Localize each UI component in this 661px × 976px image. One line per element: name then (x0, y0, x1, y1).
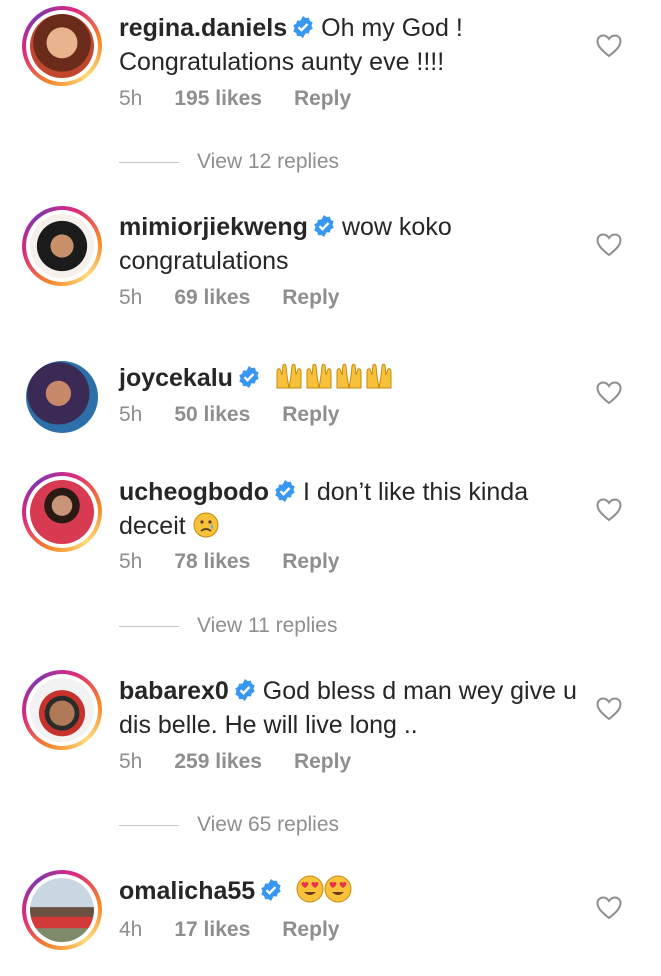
verified-badge-icon (259, 878, 283, 910)
view-replies-button[interactable]: View 65 replies (119, 813, 339, 837)
heart-icon[interactable] (596, 381, 622, 405)
comment-time: 5h (119, 87, 143, 110)
reply-button[interactable]: Reply (282, 550, 339, 573)
view-replies-label: View 65 replies (197, 813, 340, 836)
divider (119, 161, 179, 163)
likes-count[interactable]: 50 likes (174, 403, 250, 426)
view-replies-button[interactable]: View 12 replies (119, 150, 339, 174)
reply-button[interactable]: Reply (282, 403, 339, 426)
reply-button[interactable]: Reply (294, 750, 351, 773)
divider (119, 625, 179, 627)
raising-hands-icon (364, 362, 394, 398)
reply-button[interactable]: Reply (282, 286, 339, 309)
username[interactable]: ucheogbodo (119, 478, 269, 506)
reply-button[interactable]: Reply (294, 87, 351, 110)
username[interactable]: regina.daniels (119, 14, 287, 42)
comment-time: 5h (119, 750, 143, 773)
reply-button[interactable]: Reply (282, 918, 339, 941)
avatar[interactable] (22, 670, 102, 750)
comment-time: 4h (119, 918, 143, 941)
heart-icon[interactable] (596, 896, 622, 920)
raising-hands-icon (304, 362, 334, 398)
likes-count[interactable]: 69 likes (174, 286, 250, 309)
username[interactable]: omalicha55 (119, 877, 255, 905)
comment-time: 5h (119, 550, 143, 573)
verified-badge-icon (237, 365, 261, 397)
likes-count[interactable]: 17 likes (174, 918, 250, 941)
sad-tear-icon (193, 512, 219, 546)
divider (119, 824, 179, 826)
raising-hands-icon (334, 362, 364, 398)
avatar[interactable] (22, 206, 102, 286)
verified-badge-icon (233, 678, 257, 710)
avatar[interactable] (22, 870, 102, 950)
heart-icon[interactable] (596, 697, 622, 721)
likes-count[interactable]: 195 likes (174, 87, 262, 110)
heart-icon[interactable] (596, 34, 622, 58)
view-replies-label: View 11 replies (197, 614, 338, 637)
comment-time: 5h (119, 286, 143, 309)
username[interactable]: joycekalu (119, 364, 233, 392)
avatar[interactable] (22, 472, 102, 552)
comment-time: 5h (119, 403, 143, 426)
verified-badge-icon (291, 15, 315, 47)
avatar[interactable] (22, 6, 102, 86)
view-replies-label: View 12 replies (197, 150, 340, 173)
heart-eyes-icon (324, 875, 352, 911)
likes-count[interactable]: 259 likes (174, 750, 262, 773)
username[interactable]: mimiorjiekweng (119, 213, 308, 241)
likes-count[interactable]: 78 likes (174, 550, 250, 573)
raising-hands-icon (274, 362, 304, 398)
verified-badge-icon (312, 214, 336, 246)
avatar[interactable] (22, 357, 102, 437)
verified-badge-icon (273, 479, 297, 511)
heart-eyes-icon (296, 875, 324, 911)
heart-icon[interactable] (596, 498, 622, 522)
heart-icon[interactable] (596, 233, 622, 257)
username[interactable]: babarex0 (119, 677, 229, 705)
view-replies-button[interactable]: View 11 replies (119, 614, 337, 638)
